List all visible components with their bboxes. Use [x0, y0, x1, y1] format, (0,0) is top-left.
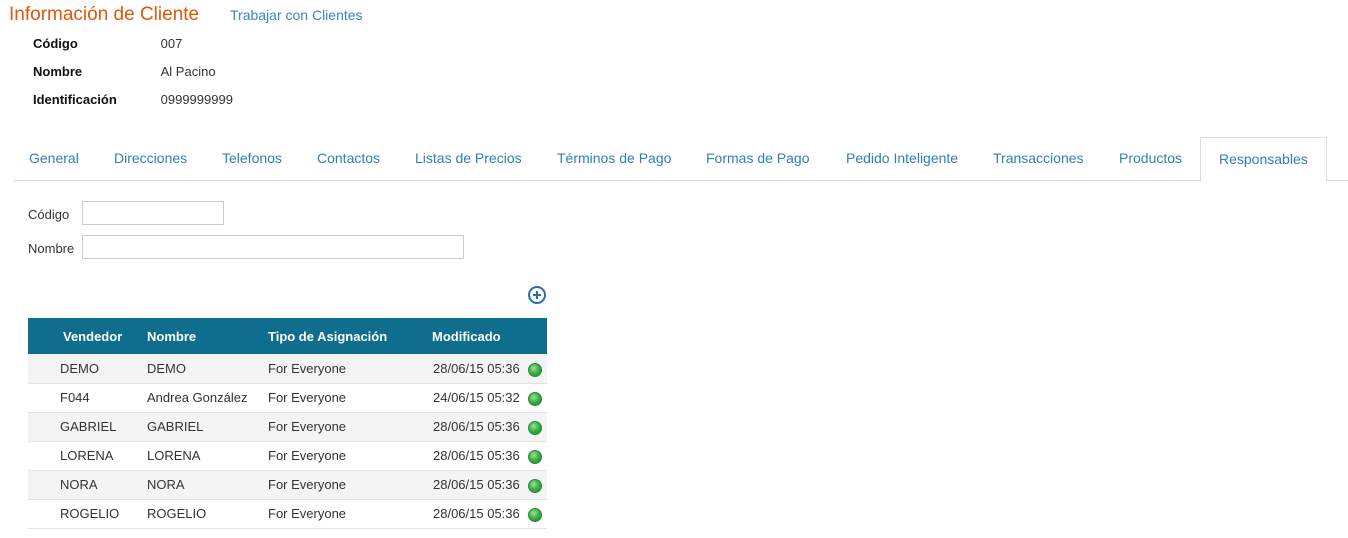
cell-modificado: 28/06/15 05:36 — [433, 419, 520, 434]
info-label: Código — [33, 36, 78, 51]
cell-status — [520, 383, 547, 412]
page-title: Información de Cliente — [9, 4, 200, 25]
info-value: 007 — [160, 36, 183, 51]
tab-contactos[interactable]: Contactos — [317, 137, 380, 180]
cell-nombre: DEMO — [147, 360, 186, 376]
cell-vendedor: GABRIEL — [60, 419, 117, 434]
table-row[interactable]: F044 Andrea González For Everyone 24/06/… — [28, 383, 547, 412]
tab-responsables[interactable]: Responsables — [1200, 137, 1327, 182]
tab-telefonos[interactable]: Telefonos — [222, 137, 282, 180]
cell-tipo: For Everyone — [268, 448, 347, 463]
table-row[interactable]: LORENA LORENA For Everyone 28/06/15 05:3… — [28, 441, 547, 470]
info-value: Al Pacino — [160, 64, 216, 79]
table-row[interactable]: NORA NORA For Everyone 28/06/15 05:36 — [28, 470, 547, 499]
tab-transacciones[interactable]: Transacciones — [993, 137, 1084, 180]
responsables-table: Vendedor Nombre Tipo de Asignación Modif… — [28, 318, 547, 529]
name-filter-input[interactable] — [82, 235, 464, 259]
status-green-icon[interactable] — [528, 508, 542, 523]
cell-tipo: For Everyone — [268, 390, 347, 405]
work-with-clients-link[interactable]: Trabajar con Clientes — [230, 7, 363, 23]
cell-nombre: LORENA — [147, 448, 201, 463]
status-green-icon[interactable] — [528, 421, 542, 436]
cell-vendedor: DEMO — [60, 360, 99, 376]
status-column-header — [520, 318, 547, 354]
status-green-icon[interactable] — [528, 392, 542, 407]
cell-status — [520, 441, 547, 470]
info-label: Nombre — [33, 64, 83, 79]
table-row[interactable]: GABRIEL GABRIEL For Everyone 28/06/15 05… — [28, 412, 547, 441]
cell-tipo: For Everyone — [268, 360, 347, 376]
info-row-code: Código 007 — [33, 36, 182, 51]
status-green-icon[interactable] — [528, 362, 542, 377]
cell-status — [520, 499, 547, 528]
info-value: 0999999999 — [160, 92, 233, 107]
cell-vendedor: ROGELIO — [60, 506, 120, 521]
cell-modificado: 28/06/15 05:36 — [433, 477, 520, 492]
cell-modificado: 28/06/15 05:36 — [433, 448, 520, 463]
column-header-modificado[interactable]: Modificado — [432, 318, 520, 354]
cell-tipo: For Everyone — [268, 506, 347, 521]
cell-modificado: 24/06/15 05:32 — [433, 390, 520, 405]
tab-terminos-de-pago[interactable]: Términos de Pago — [557, 137, 671, 180]
cell-modificado: 28/06/15 05:36 — [433, 506, 520, 521]
code-filter-label: Código — [28, 207, 70, 222]
column-header-tipo[interactable]: Tipo de Asignación — [268, 318, 432, 354]
info-row-identification: Identificación 0999999999 — [33, 92, 233, 107]
table-row[interactable]: DEMO DEMO For Everyone 28/06/15 05:36 — [28, 354, 547, 383]
cell-status — [520, 412, 547, 441]
name-filter-label: Nombre — [28, 241, 75, 256]
info-row-name: Nombre Al Pacino — [33, 64, 216, 79]
cell-vendedor: F044 — [60, 390, 90, 405]
cell-nombre: Andrea González — [147, 390, 248, 405]
table-header-row: Vendedor Nombre Tipo de Asignación Modif… — [28, 318, 547, 354]
status-green-icon[interactable] — [528, 479, 542, 494]
spacer-column-header — [28, 318, 63, 354]
cell-nombre: NORA — [147, 477, 185, 492]
tab-general[interactable]: General — [29, 137, 79, 180]
cell-status — [520, 354, 547, 383]
cell-status — [520, 470, 547, 499]
cell-tipo: For Everyone — [268, 419, 347, 434]
table-row[interactable]: ROGELIO ROGELIO For Everyone 28/06/15 05… — [28, 499, 547, 528]
tab-listas-de-precios[interactable]: Listas de Precios — [415, 137, 522, 180]
cell-nombre: ROGELIO — [147, 506, 207, 521]
cell-vendedor: NORA — [60, 477, 98, 492]
cell-nombre: GABRIEL — [147, 419, 204, 434]
tab-direcciones[interactable]: Direcciones — [114, 137, 187, 180]
tab-formas-de-pago[interactable]: Formas de Pago — [706, 137, 810, 180]
add-responsible-button[interactable] — [528, 286, 546, 304]
cell-vendedor: LORENA — [60, 448, 114, 463]
tab-pedido-inteligente[interactable]: Pedido Inteligente — [846, 137, 958, 180]
code-filter-input[interactable] — [82, 201, 224, 225]
info-label: Identificación — [33, 92, 117, 107]
status-green-icon[interactable] — [528, 450, 542, 465]
cell-tipo: For Everyone — [268, 477, 347, 492]
tab-productos[interactable]: Productos — [1119, 137, 1182, 180]
column-header-vendedor[interactable]: Vendedor — [63, 318, 147, 354]
column-header-nombre[interactable]: Nombre — [147, 318, 268, 354]
tab-bar: General Direcciones Telefonos Contactos … — [13, 137, 1348, 182]
page: Información de Cliente Trabajar con Clie… — [0, 0, 1348, 538]
cell-modificado: 28/06/15 05:36 — [433, 360, 520, 376]
